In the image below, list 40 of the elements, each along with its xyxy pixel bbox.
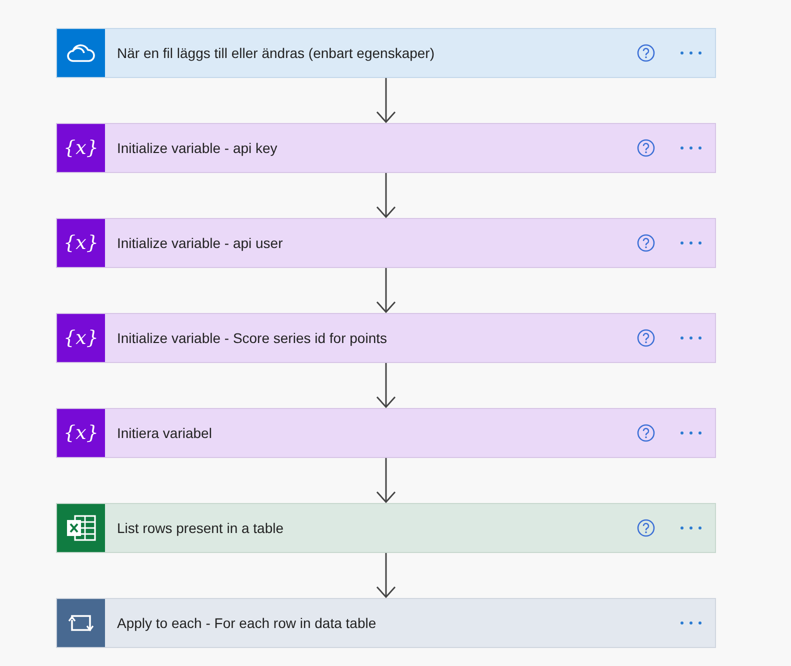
arrow-connector bbox=[376, 553, 396, 598]
arrow-connector bbox=[376, 78, 396, 123]
step-title: List rows present in a table bbox=[117, 520, 285, 536]
help-icon[interactable] bbox=[637, 234, 655, 252]
flow-step-card[interactable]: List rows present in a table bbox=[56, 503, 716, 553]
flow-step-card[interactable]: {x} Initialize variable - Score series id for points bbox=[56, 313, 716, 363]
help-icon[interactable] bbox=[637, 44, 655, 62]
step-title: Initiera variabel bbox=[117, 425, 213, 441]
more-options-icon[interactable] bbox=[680, 146, 702, 150]
flow-step-card[interactable]: {x} Initialize variable - api key bbox=[56, 123, 716, 173]
cloud-icon bbox=[66, 43, 96, 63]
more-options-icon[interactable] bbox=[680, 621, 702, 625]
step-title: Initialize variable - Score series id for points bbox=[117, 330, 388, 346]
more-options-icon[interactable] bbox=[680, 526, 702, 530]
step-title: Apply to each - For each row in data table bbox=[117, 615, 378, 631]
step-title: Initialize variable - api key bbox=[117, 140, 278, 156]
more-options-icon[interactable] bbox=[680, 241, 702, 245]
flow-step-card[interactable]: {x} Initialize variable - api user bbox=[56, 218, 716, 268]
help-icon[interactable] bbox=[637, 424, 655, 442]
spreadsheet-icon bbox=[66, 515, 96, 541]
arrow-connector bbox=[376, 458, 396, 503]
arrow-connector bbox=[376, 363, 396, 408]
variable-icon: {x} bbox=[64, 137, 98, 159]
loop-icon bbox=[68, 612, 94, 634]
arrow-connector bbox=[376, 173, 396, 218]
flow-step-card[interactable]: Apply to each - For each row in data table bbox=[56, 598, 716, 648]
more-options-icon[interactable] bbox=[680, 51, 702, 55]
variable-icon: {x} bbox=[64, 232, 98, 254]
arrow-connector bbox=[376, 268, 396, 313]
more-options-icon[interactable] bbox=[680, 336, 702, 340]
flow-step-card[interactable]: {x} Initiera variabel bbox=[56, 408, 716, 458]
more-options-icon[interactable] bbox=[680, 431, 702, 435]
help-icon[interactable] bbox=[637, 139, 655, 157]
step-title: När en fil läggs till eller ändras (enbart egenskaper) bbox=[117, 45, 436, 61]
step-title: Initialize variable - api user bbox=[117, 235, 284, 251]
flow-step-card[interactable]: När en fil läggs till eller ändras (enbart egenskaper) bbox=[56, 28, 716, 78]
variable-icon: {x} bbox=[64, 422, 98, 444]
help-icon[interactable] bbox=[637, 519, 655, 537]
variable-icon: {x} bbox=[64, 327, 98, 349]
help-icon[interactable] bbox=[637, 329, 655, 347]
